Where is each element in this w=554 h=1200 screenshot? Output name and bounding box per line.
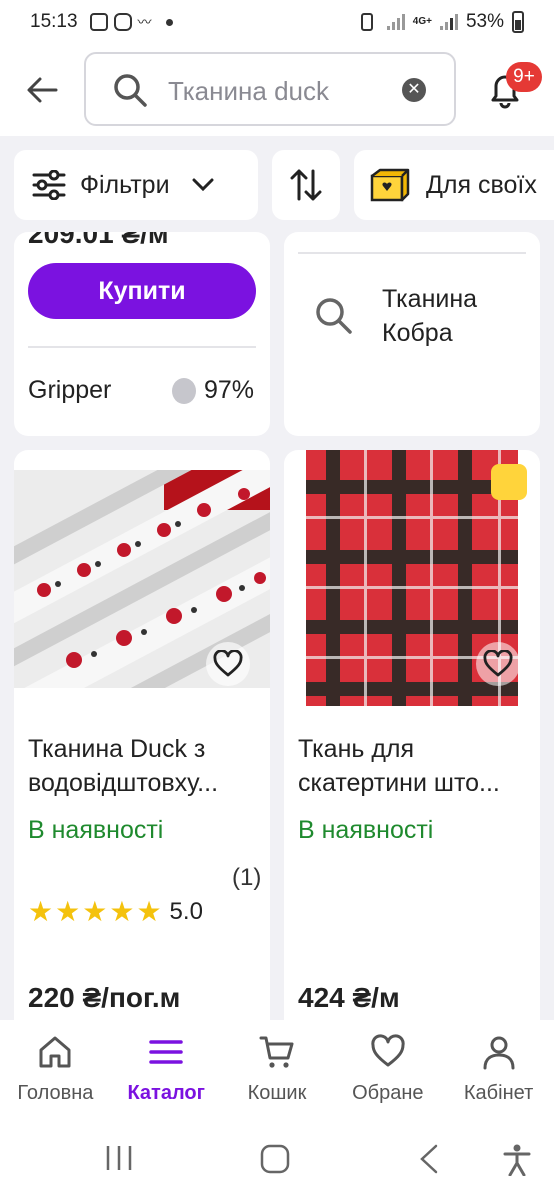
nav-favorites-label: Обране xyxy=(352,1082,424,1104)
stock-status: В наявності xyxy=(298,816,434,844)
search-suggestion-card[interactable]: Тканина Кобра xyxy=(284,232,540,436)
signal-icon xyxy=(386,14,405,30)
instagram-icon xyxy=(113,13,132,31)
recent-apps-icon[interactable] xyxy=(104,1144,134,1172)
status-bar: 15:13 〰 4G+ 53% xyxy=(0,0,554,44)
filters-icon xyxy=(32,170,66,200)
search-header: Тканина duck ✕ 9+ xyxy=(0,44,554,136)
home-button-icon[interactable] xyxy=(260,1144,290,1174)
star-icon: ★ xyxy=(136,896,162,927)
heart-icon xyxy=(483,650,513,677)
more-notifications-icon xyxy=(165,18,173,26)
review-count[interactable]: (1) xyxy=(232,862,261,894)
sort-button[interactable] xyxy=(272,150,340,220)
verified-seal-icon xyxy=(172,377,196,404)
nav-account-label: Кабінет xyxy=(463,1082,534,1104)
star-icon: ★ xyxy=(55,896,81,927)
product-card[interactable]: 209.01 ₴/м Купити Gripper 97% xyxy=(14,232,270,436)
bottom-navigation: Головна Каталог Кошик Обране Кабінет xyxy=(0,1020,554,1124)
cart-icon xyxy=(259,1036,294,1068)
search-input[interactable]: Тканина duck xyxy=(168,76,329,107)
nav-cart[interactable]: Кошик xyxy=(222,1020,333,1124)
search-field[interactable]: Тканина duck ✕ xyxy=(84,52,456,126)
product-rating: ★ ★ ★ ★ ★ 5.0 xyxy=(28,898,203,926)
own-filter-chip[interactable]: Для своїх xyxy=(354,150,554,220)
clear-search-icon[interactable]: ✕ xyxy=(402,78,426,102)
star-icon: ★ xyxy=(82,896,108,927)
gift-box-icon xyxy=(491,464,527,500)
star-icon: ★ xyxy=(109,896,135,927)
product-price: 424 ₴/м xyxy=(298,982,400,1013)
divider xyxy=(28,346,256,348)
accessibility-icon[interactable] xyxy=(502,1144,532,1176)
divider xyxy=(298,252,526,254)
heart-icon xyxy=(371,1034,405,1067)
sort-icon xyxy=(290,169,322,201)
battery-icon xyxy=(512,11,524,33)
back-arrow-icon[interactable] xyxy=(22,70,62,110)
favorite-button[interactable] xyxy=(206,642,250,686)
product-title[interactable]: Ткань для скатертини што... xyxy=(298,732,530,800)
user-icon xyxy=(483,1036,515,1070)
gift-box-icon xyxy=(370,168,410,202)
gallery-icon xyxy=(89,13,108,31)
seller-rating: 97% xyxy=(172,376,254,405)
product-card[interactable]: Ткань для скатертини што... В наявності … xyxy=(284,450,540,1050)
nav-home-label: Головна xyxy=(17,1082,94,1104)
status-time: 15:13 xyxy=(30,11,78,32)
favorite-button[interactable] xyxy=(476,642,520,686)
app-icon: 〰 xyxy=(137,14,152,30)
nav-account[interactable]: Кабінет xyxy=(443,1020,554,1124)
search-icon xyxy=(114,74,147,107)
heart-icon xyxy=(213,650,243,677)
own-filter-label: Для своїх xyxy=(426,170,537,199)
home-icon xyxy=(39,1036,71,1068)
nav-cart-label: Кошик xyxy=(247,1082,307,1104)
notification-badge: 9+ xyxy=(506,62,542,92)
buy-button[interactable]: Купити xyxy=(28,263,256,319)
back-icon[interactable] xyxy=(418,1144,440,1174)
rating-value: 5.0 xyxy=(169,898,203,925)
menu-icon xyxy=(149,1040,183,1064)
product-title[interactable]: Тканина Duck з водовідштовху... xyxy=(28,732,260,800)
suggestion-text[interactable]: Тканина Кобра xyxy=(382,282,522,350)
nav-favorites[interactable]: Обране xyxy=(332,1020,443,1124)
seller-name[interactable]: Gripper xyxy=(28,376,111,405)
nav-catalog-label: Каталог xyxy=(127,1082,205,1104)
signal-2-icon xyxy=(439,14,458,30)
star-icon: ★ xyxy=(28,896,54,927)
product-card[interactable]: Тканина Duck з водовідштовху... В наявно… xyxy=(14,450,270,1050)
stock-status: В наявності xyxy=(28,816,164,844)
nav-catalog[interactable]: Каталог xyxy=(111,1020,222,1124)
system-navigation-bar xyxy=(0,1124,554,1200)
battery-saver-icon xyxy=(360,13,373,31)
battery-percent: 53% xyxy=(465,11,504,32)
nav-home[interactable]: Головна xyxy=(0,1020,111,1124)
network-type: 4G+ xyxy=(412,16,432,27)
product-price: 220 ₴/пог.м xyxy=(28,982,181,1013)
filter-bar: Фільтри Для своїх xyxy=(0,150,554,220)
product-price: 209.01 ₴/м xyxy=(28,232,169,249)
search-icon xyxy=(316,298,352,334)
filters-button[interactable]: Фільтри xyxy=(14,150,258,220)
filters-label: Фільтри xyxy=(80,170,170,199)
seller-score-value: 97% xyxy=(204,376,255,404)
chevron-down-icon xyxy=(192,178,214,192)
